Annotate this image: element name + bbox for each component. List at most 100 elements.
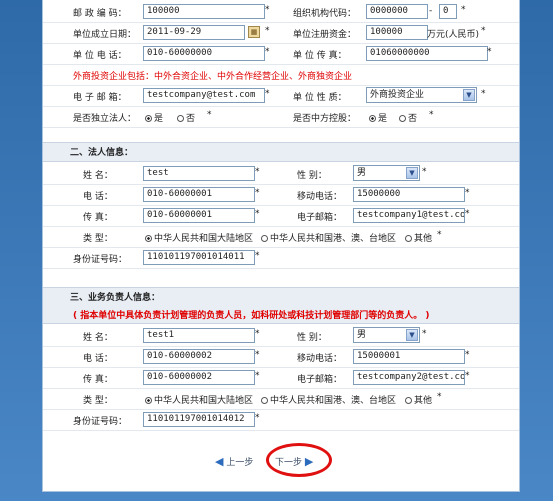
independent-no-option[interactable]: 否	[177, 111, 195, 124]
form-panel: 邮 政 编 码： 100000 * 组织机构代码： 0000000 - 0 * …	[42, 0, 520, 492]
legal-mobile-input[interactable]: 15000000	[353, 187, 465, 202]
radio-icon[interactable]	[405, 235, 412, 242]
company-fax-input[interactable]: 01060000000	[366, 46, 488, 61]
legal-phone-input[interactable]: 010-60000001	[143, 187, 255, 202]
legal-id-label: 身份证号码：	[73, 255, 128, 265]
radio-icon[interactable]	[261, 235, 268, 242]
required-star: *	[437, 392, 442, 402]
business-mobile-label: 移动电话：	[297, 354, 343, 364]
radio-selected-icon[interactable]	[145, 397, 152, 404]
business-fax-label: 传 真：	[83, 375, 113, 385]
prev-step-button[interactable]: ◀ 上一步	[215, 455, 253, 468]
business-id-input[interactable]: 110101197001014012	[143, 412, 255, 427]
legal-email-input[interactable]: testcompany1@test.com	[353, 208, 465, 223]
required-star: *	[255, 188, 260, 198]
legal-fax-label: 传 真：	[83, 213, 113, 223]
orgcode-input[interactable]: 0000000	[366, 4, 428, 19]
chinese-control-yes-option[interactable]: 是	[369, 111, 387, 124]
form-row: 邮 政 编 码： 100000 * 组织机构代码： 0000000 - 0 *	[43, 1, 519, 23]
form-row: 外商投资企业包括：中外合资企业、中外合作经营企业、外商独资企业	[43, 64, 519, 86]
required-star: *	[461, 5, 466, 15]
legal-type-option-other[interactable]: 其他	[405, 231, 432, 244]
form-row: ( 指本单位中具体负责计划管理的负责人员，如科研处或科技计划管理部门等的负责人。…	[43, 306, 519, 324]
legal-type-option-mainland[interactable]: 中华人民共和国大陆地区	[145, 231, 253, 244]
form-row: 电 子 邮 箱： testcompany@test.com * 单 位 性 质：…	[43, 85, 519, 107]
chinese-control-label: 是否中方控股：	[293, 114, 357, 124]
required-star: *	[429, 110, 434, 120]
company-fax-label: 单 位 传 真：	[293, 51, 347, 61]
orgcode-dash: -	[429, 6, 433, 16]
nature-select-value: 外商投资企业	[370, 90, 425, 100]
chevron-down-icon[interactable]: ▼	[463, 89, 475, 101]
radio-icon[interactable]	[177, 115, 184, 122]
required-star: *	[265, 5, 270, 15]
form-row: 单 位 电 话： 010-60000000 * 单 位 传 真： 0106000…	[43, 43, 519, 65]
required-star: *	[255, 350, 260, 360]
independent-yes-option[interactable]: 是	[145, 111, 163, 124]
required-star: *	[465, 371, 470, 381]
required-star: *	[255, 209, 260, 219]
nature-select[interactable]: 外商投资企业 ▼	[366, 87, 477, 103]
legal-fax-input[interactable]: 010-60000001	[143, 208, 255, 223]
legal-gender-select[interactable]: 男 ▼	[353, 165, 420, 181]
form-row: 传 真： 010-60000001 * 电子邮箱： testcompany1@t…	[43, 205, 519, 227]
orgcode-check-input[interactable]: 0	[439, 4, 457, 19]
radio-selected-icon[interactable]	[369, 115, 376, 122]
postcode-input[interactable]: 100000	[143, 4, 265, 19]
business-phone-label: 电 话：	[83, 354, 113, 364]
required-star: *	[481, 89, 486, 99]
radio-selected-icon[interactable]	[145, 115, 152, 122]
required-star: *	[422, 167, 427, 177]
form-row: 类 型： 中华人民共和国大陆地区 中华人民共和国港、澳、台地区 其他 *	[43, 388, 519, 410]
required-star: *	[207, 110, 212, 120]
founded-input[interactable]: 2011-09-29	[143, 25, 245, 40]
form-row: 姓 名： test * 性 别： 男 ▼ *	[43, 163, 519, 185]
required-star: *	[487, 47, 492, 57]
business-fax-input[interactable]: 010-60000002	[143, 370, 255, 385]
required-star: *	[465, 188, 470, 198]
orgcode-label: 组织机构代码：	[293, 9, 357, 19]
form-row: 电 话： 010-60000001 * 移动电话： 15000000 *	[43, 184, 519, 206]
form-row: 单位成立日期： 2011-09-29 ▦ * 单位注册资金： 100000 万元…	[43, 22, 519, 44]
capital-input[interactable]: 100000	[366, 25, 428, 40]
business-phone-input[interactable]: 010-60000002	[143, 349, 255, 364]
highlight-circle	[266, 443, 332, 477]
business-type-option-other[interactable]: 其他	[405, 393, 432, 406]
company-email-input[interactable]: testcompany@test.com	[143, 88, 265, 103]
radio-selected-icon[interactable]	[145, 235, 152, 242]
foreign-enterprise-note: 外商投资企业包括：中外合资企业、中外合作经营企业、外商独资企业	[73, 72, 353, 82]
required-star: *	[255, 251, 260, 261]
business-email-label: 电子邮箱：	[297, 375, 343, 385]
form-row: 类 型： 中华人民共和国大陆地区 中华人民共和国港、澳、台地区 其他 *	[43, 226, 519, 248]
chevron-down-icon[interactable]: ▼	[406, 329, 418, 341]
legal-mobile-label: 移动电话：	[297, 192, 343, 202]
form-row: 电 话： 010-60000002 * 移动电话： 15000001 *	[43, 346, 519, 368]
company-phone-input[interactable]: 010-60000000	[143, 46, 265, 61]
legal-type-option-hmt[interactable]: 中华人民共和国港、澳、台地区	[261, 231, 396, 244]
business-email-input[interactable]: testcompany2@test.com	[353, 370, 465, 385]
form-row: 是否独立法人： 是 否 * 是否中方控股： 是 否 *	[43, 106, 519, 128]
business-mobile-input[interactable]: 15000001	[353, 349, 465, 364]
form-row: 身份证号码： 110101197001014012 *	[43, 409, 519, 431]
legal-id-input[interactable]: 110101197001014011	[143, 250, 255, 265]
legal-type-label: 类 型：	[83, 234, 113, 244]
legal-name-input[interactable]: test	[143, 166, 255, 181]
calendar-icon[interactable]: ▦	[248, 26, 260, 38]
business-gender-label: 性 别：	[297, 333, 327, 343]
required-star: *	[481, 26, 486, 36]
business-gender-select[interactable]: 男 ▼	[353, 327, 420, 343]
business-section-header: 三、业务负责人信息：	[43, 287, 519, 307]
required-star: *	[255, 329, 260, 339]
required-star: *	[465, 350, 470, 360]
business-type-option-mainland[interactable]: 中华人民共和国大陆地区	[145, 393, 253, 406]
company-email-label: 电 子 邮 箱：	[73, 93, 127, 103]
chevron-down-icon[interactable]: ▼	[406, 167, 418, 179]
chinese-control-no-option[interactable]: 否	[399, 111, 417, 124]
required-star: *	[255, 167, 260, 177]
business-type-option-hmt[interactable]: 中华人民共和国港、澳、台地区	[261, 393, 396, 406]
legal-phone-label: 电 话：	[83, 192, 113, 202]
business-name-input[interactable]: test1	[143, 328, 255, 343]
radio-icon[interactable]	[405, 397, 412, 404]
radio-icon[interactable]	[261, 397, 268, 404]
radio-icon[interactable]	[399, 115, 406, 122]
